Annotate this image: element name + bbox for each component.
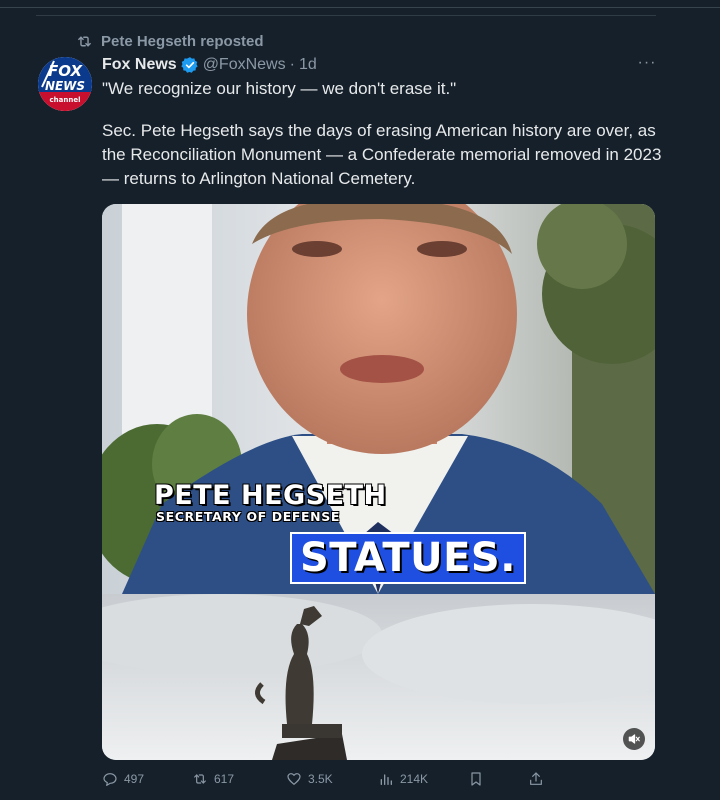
chyron-name: PETE HEGSETH [154, 480, 387, 511]
repost-context[interactable]: Pete Hegseth reposted [76, 31, 264, 51]
author-handle[interactable]: @FoxNews [203, 56, 286, 74]
separator: · [289, 56, 295, 73]
repost-count: 617 [214, 772, 235, 786]
like-icon [287, 773, 301, 785]
tweet-header: Fox News @FoxNews · 1d [102, 54, 317, 76]
fox-news-logo: FOX NEWS channel [38, 57, 92, 111]
svg-text:channel: channel [50, 96, 81, 104]
svg-text:NEWS: NEWS [45, 79, 85, 93]
chyron-title: SECRETARY OF DEFENSE [156, 509, 340, 524]
video-caption: STATUES. [290, 532, 526, 584]
more-options-icon[interactable]: ··· [636, 54, 658, 74]
author-name[interactable]: Fox News [102, 56, 177, 74]
repost-icon [78, 36, 91, 46]
repost-icon [194, 774, 206, 784]
reply-count: 497 [124, 772, 145, 786]
views-button[interactable]: 214K [378, 768, 428, 790]
tweet-card[interactable]: Pete Hegseth reposted FOX NEWS channel F… [0, 0, 720, 800]
avatar[interactable]: FOX NEWS channel [38, 57, 92, 111]
timestamp[interactable]: 1d [299, 56, 317, 74]
divider [36, 15, 656, 16]
share-icon [530, 772, 542, 785]
bookmark-icon [471, 772, 481, 786]
like-button[interactable]: 3.5K [286, 768, 333, 790]
reply-button[interactable]: 497 [102, 768, 144, 790]
reply-icon [103, 773, 117, 786]
video-player[interactable]: PETE HEGSETH SECRETARY OF DEFENSE STATUE… [102, 204, 655, 760]
bookmark-button[interactable] [468, 768, 484, 790]
like-count: 3.5K [308, 772, 333, 786]
views-icon [380, 774, 392, 785]
mute-button[interactable] [623, 728, 645, 750]
muted-speaker-icon [628, 734, 640, 744]
tweet-text: "We recognize our history — we don't era… [102, 77, 662, 191]
tweet-paragraph: Sec. Pete Hegseth says the days of erasi… [102, 121, 662, 188]
divider [0, 7, 720, 8]
action-bar: 497 617 3.5K 214K [102, 768, 562, 790]
repost-button[interactable]: 617 [192, 768, 234, 790]
share-button[interactable] [528, 768, 544, 790]
views-count: 214K [400, 772, 429, 786]
repost-label: Pete Hegseth reposted [101, 32, 264, 50]
tweet-paragraph: "We recognize our history — we don't era… [102, 79, 457, 98]
verified-badge-icon [180, 57, 198, 73]
